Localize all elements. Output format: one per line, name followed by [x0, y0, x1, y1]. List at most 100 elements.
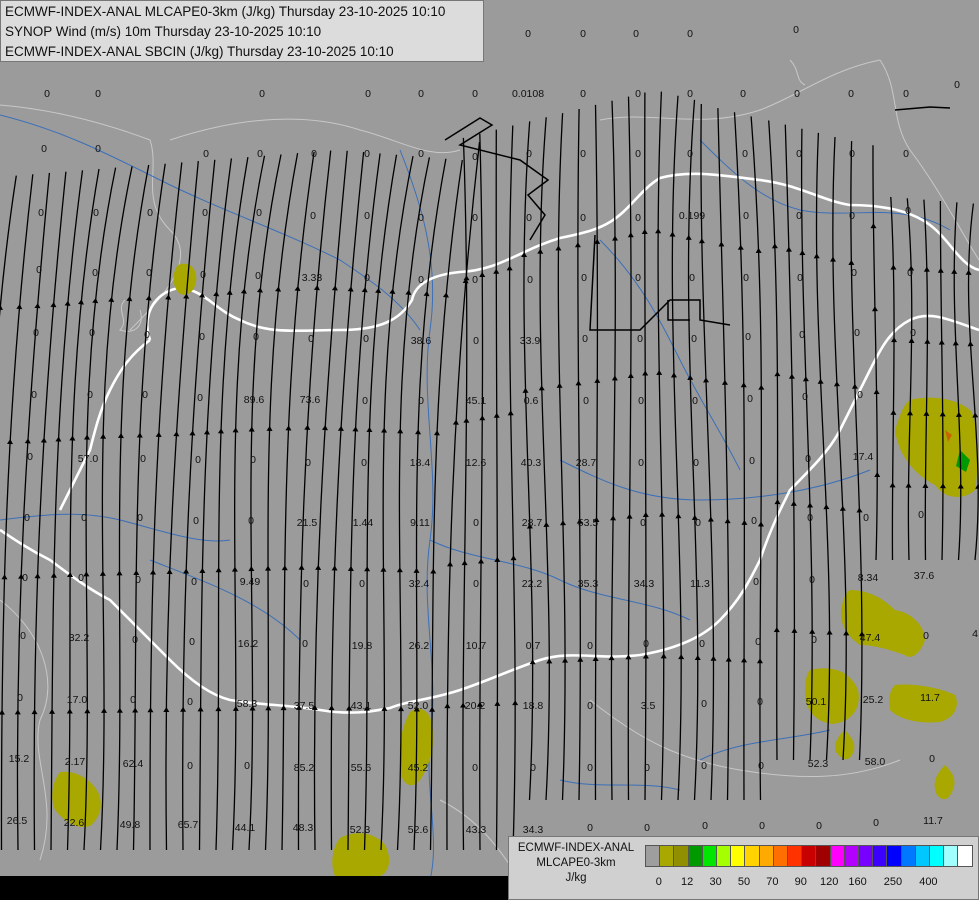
cape-value-label: 11.7 — [923, 815, 943, 827]
cape-value-label: 9.11 — [410, 517, 430, 529]
cape-value-label: 0 — [638, 457, 644, 469]
cape-value-label: 0 — [142, 389, 148, 401]
cape-value-label: 38.6 — [411, 335, 432, 347]
cape-value-label: 0 — [527, 274, 533, 286]
legend-swatch — [872, 845, 888, 867]
legend-unit: J/kg — [565, 872, 587, 884]
cape-value-label: 0 — [751, 515, 757, 527]
cape-value-label: 19.8 — [352, 640, 373, 652]
cape-value-label: 0 — [757, 696, 763, 708]
cape-value-label: 3.33 — [302, 272, 323, 284]
cape-value-label: 4 — [972, 628, 978, 640]
cape-value-label: 0 — [954, 79, 960, 91]
cape-value-label: 0 — [364, 272, 370, 284]
cape-value-label: 9.49 — [240, 576, 261, 588]
cape-value-label: 0 — [793, 24, 799, 36]
cape-value-label: 0 — [38, 207, 44, 219]
cape-value-label: 0 — [809, 574, 815, 586]
cape-value-label: 0 — [361, 457, 367, 469]
legend-tick: 12 — [681, 876, 694, 888]
legend-swatch — [744, 845, 760, 867]
color-legend: ECMWF-INDEX-ANAL MLCAPE0-3km J/kg 0 12 30 5… — [508, 836, 979, 900]
cape-value-label: 0 — [93, 207, 99, 219]
cape-value-label: 20.2 — [465, 700, 486, 712]
cape-value-label: 0 — [759, 820, 765, 832]
cape-value-label: 15.2 — [9, 753, 30, 765]
cape-value-label: 1.44 — [353, 517, 374, 529]
cape-value-label: 0 — [87, 389, 93, 401]
cape-value-label: 32.2 — [69, 632, 90, 644]
legend-swatch — [900, 845, 916, 867]
legend-tick: 0 — [655, 876, 662, 888]
legend-line-1: ECMWF-INDEX-ANAL — [517, 842, 635, 854]
cape-value-label: 0 — [526, 212, 532, 224]
cape-value-label: 0 — [305, 457, 311, 469]
weather-map[interactable]: 0 0 0 0 0 0 0.0108 0 0 0 0 0 0 0 0 0 0 0 0 0 0 0 0 0 0 0 0 0 0 0 0 0 0 0 0… — [0, 0, 979, 900]
cape-value-label: 0 — [701, 698, 707, 710]
cape-value-label: 0 — [472, 274, 478, 286]
cape-value-label: 62.4 — [123, 758, 144, 770]
cape-value-label: 0 — [811, 634, 817, 646]
cape-value-label: 0 — [743, 272, 749, 284]
cape-value-label: 0 — [851, 267, 857, 279]
cape-value-label: 2.17 — [65, 756, 86, 768]
cape-value-label: 0 — [132, 634, 138, 646]
cape-value-label: 0 — [146, 267, 152, 279]
cape-value-label: 0 — [582, 333, 588, 345]
cape-value-label: 43.1 — [351, 700, 372, 712]
cape-value-label: 17.0 — [67, 694, 88, 706]
cape-value-label: 65.7 — [178, 819, 199, 831]
cape-value-label: 0 — [311, 148, 317, 160]
cape-value-label: 0 — [802, 391, 808, 403]
legend-swatch — [730, 845, 746, 867]
cape-value-label: 25.2 — [863, 694, 884, 706]
cape-value-label: 0 — [910, 327, 916, 339]
cape-value-label: 0 — [187, 760, 193, 772]
cape-value-label: 16.2 — [238, 638, 259, 650]
cape-value-label: 0 — [687, 28, 693, 40]
cape-value-label: 52.3 — [350, 824, 371, 836]
cape-value-label: 0 — [581, 272, 587, 284]
cape-value-label: 0 — [92, 267, 98, 279]
cape-value-label: 0 — [418, 212, 424, 224]
cape-value-label: 0 — [472, 88, 478, 100]
cape-value-label: 0 — [807, 512, 813, 524]
cape-value-label: 0 — [135, 574, 141, 586]
cape-value-label: 0 — [635, 272, 641, 284]
legend-swatch — [957, 845, 973, 867]
cape-value-label: 0 — [638, 395, 644, 407]
cape-value-label: 0 — [200, 269, 206, 281]
cape-value-label: 37.5 — [294, 700, 315, 712]
cape-value-label: 0 — [796, 210, 802, 222]
cape-value-label: 0 — [95, 143, 101, 155]
cape-value-label: 0 — [794, 88, 800, 100]
cape-value-label: 0 — [255, 270, 261, 282]
cape-value-label: 22.6 — [64, 817, 85, 829]
cape-value-label: 0 — [742, 148, 748, 160]
legend-swatch — [815, 845, 831, 867]
cape-value-label: 0 — [637, 333, 643, 345]
cape-value-label: 0 — [187, 696, 193, 708]
cape-value-label: 0 — [89, 327, 95, 339]
cape-value-label: 0 — [580, 28, 586, 40]
cape-value-label: 0 — [633, 28, 639, 40]
cape-value-label: 26.2 — [409, 640, 430, 652]
cape-value-label: 0 — [587, 700, 593, 712]
cape-value-label: 11.7 — [920, 692, 940, 704]
cape-value-label: 0 — [140, 453, 146, 465]
cape-value-label: 0 — [302, 638, 308, 650]
cape-value-label: 21.5 — [297, 517, 318, 529]
cape-value-label: 0 — [202, 207, 208, 219]
legend-tick: 50 — [737, 876, 751, 888]
cape-value-label: 0 — [640, 517, 646, 529]
cape-value-label: 0 — [745, 331, 751, 343]
cape-value-label: 0 — [747, 393, 753, 405]
cape-value-label: 50.1 — [806, 696, 827, 708]
cape-value-label: 0.0108 — [512, 88, 544, 100]
cape-value-label: 0 — [587, 822, 593, 834]
cape-value-label: 0 — [31, 389, 37, 401]
cape-value-label: 0 — [753, 576, 759, 588]
cape-value-label: 0 — [796, 148, 802, 160]
cape-value-label: 0 — [526, 148, 532, 160]
cape-value-label: 0 — [530, 762, 536, 774]
